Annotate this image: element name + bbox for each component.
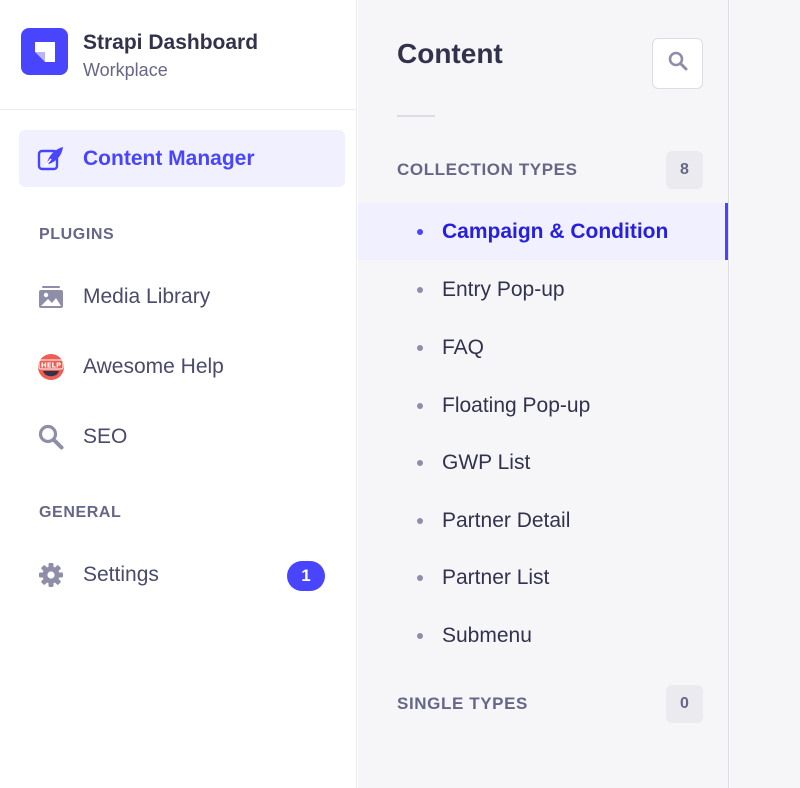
nav-item-settings[interactable]: Settings 1 (19, 546, 345, 603)
nav-item-media-library[interactable]: Media Library (19, 268, 345, 325)
collection-link-campaign-condition[interactable]: Campaign & Condition (358, 203, 728, 260)
collection-link-label: Floating Pop-up (442, 393, 591, 417)
bullet-dot (417, 402, 423, 409)
settings-notification-badge: 1 (287, 561, 325, 591)
bullet-dot (417, 459, 423, 466)
section-label-general: GENERAL (39, 504, 122, 521)
bullet-dot (417, 286, 423, 293)
collection-link-label: Entry Pop-up (442, 277, 565, 301)
bullet-dot (417, 632, 423, 639)
bullet-dot (417, 228, 423, 235)
svg-text:HELP: HELP (41, 361, 61, 369)
collection-link-submenu[interactable]: Submenu (358, 607, 728, 664)
collection-link-faq[interactable]: FAQ (358, 319, 728, 376)
collection-link-entry-popup[interactable]: Entry Pop-up (358, 261, 728, 318)
help-badge-icon: HELP (37, 353, 65, 381)
brand-text: Strapi Dashboard Workplace (83, 28, 258, 82)
collection-link-label: Partner Detail (442, 508, 571, 532)
single-types-label: SINGLE TYPES (397, 694, 528, 713)
nav-item-seo[interactable]: SEO (19, 408, 345, 465)
single-types-count: 0 (666, 685, 703, 723)
collection-link-partner-list[interactable]: Partner List (358, 549, 728, 606)
brand-subtitle: Workplace (83, 60, 168, 80)
brand-title: Strapi Dashboard (83, 31, 259, 54)
image-icon (37, 283, 65, 311)
bullet-dot (417, 344, 423, 351)
nav-label-settings: Settings (83, 562, 159, 586)
bullet-dot (417, 574, 423, 581)
collection-link-label: GWP List (442, 450, 531, 474)
search-icon (668, 51, 688, 76)
feather-icon (37, 145, 65, 173)
collection-link-label: FAQ (442, 335, 485, 359)
single-types-header[interactable]: SINGLE TYPES 0 (397, 685, 703, 723)
nav-label-content-manager: Content Manager (83, 146, 255, 170)
main-content-area (730, 0, 800, 788)
collection-link-floating-popup[interactable]: Floating Pop-up (358, 377, 728, 434)
sub-nav-title: Content (397, 38, 503, 69)
brand-header: Strapi Dashboard Workplace (0, 0, 356, 110)
nav-label-awesome-help: Awesome Help (83, 354, 224, 378)
search-button[interactable] (652, 38, 703, 89)
strapi-logo-icon[interactable] (21, 28, 68, 75)
gear-icon (37, 561, 65, 589)
bullet-dot (417, 517, 423, 524)
collection-link-partner-detail[interactable]: Partner Detail (358, 492, 728, 549)
collection-types-header[interactable]: COLLECTION TYPES 8 (397, 151, 703, 189)
collection-link-gwp-list[interactable]: GWP List (358, 434, 728, 491)
collection-types-count: 8 (666, 151, 703, 189)
nav-item-content-manager[interactable]: Content Manager (19, 130, 345, 187)
collection-link-label: Campaign & Condition (442, 219, 669, 243)
section-label-plugins: PLUGINS (39, 226, 115, 243)
sub-nav-divider (397, 115, 435, 117)
nav-label-media-library: Media Library (83, 284, 211, 308)
search-icon (37, 423, 65, 451)
collection-link-label: Partner List (442, 565, 550, 589)
nav-item-awesome-help[interactable]: HELP Awesome Help (19, 338, 345, 395)
nav-label-seo: SEO (83, 424, 128, 448)
main-navigation: Strapi Dashboard Workplace Content Manag… (0, 0, 357, 788)
content-sub-navigation: Content COLLECTION TYPES 8 Campaign & Co… (358, 0, 729, 788)
collection-types-label: COLLECTION TYPES (397, 160, 578, 179)
collection-link-label: Submenu (442, 623, 532, 647)
